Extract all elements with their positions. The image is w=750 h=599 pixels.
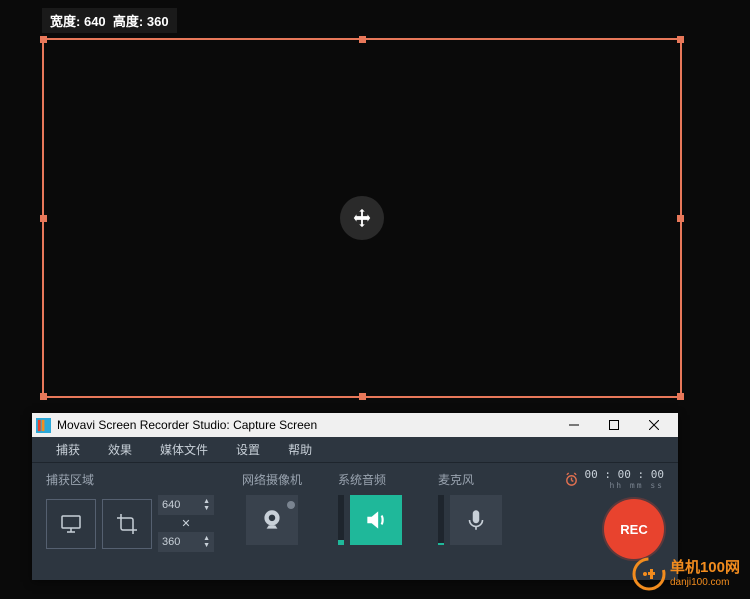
move-region-handle[interactable] [340,196,384,240]
webcam-icon [259,507,285,533]
crop-icon [115,512,139,536]
sysaudio-toggle[interactable] [350,495,402,545]
resize-handle-bm[interactable] [359,393,366,400]
watermark-title: 单机100网 [670,560,740,577]
speaker-icon [363,507,389,533]
webcam-toggle[interactable] [246,495,298,545]
gear-icon[interactable] [286,497,296,507]
alarm-icon[interactable] [564,472,579,487]
resize-handle-tr[interactable] [677,36,684,43]
capture-area-label: 捕获区域 [46,471,232,487]
app-icon [36,418,51,433]
minimize-button[interactable] [554,413,594,437]
move-icon [351,207,373,229]
record-button[interactable]: REC [604,499,664,559]
menu-settings[interactable]: 设置 [222,441,274,458]
webcam-label: 网络摄像机 [242,471,302,487]
maximize-button[interactable] [594,413,634,437]
sysaudio-label: 系统音频 [338,471,402,487]
stepper-arrows-icon[interactable]: ▲▼ [203,498,210,512]
resize-handle-tl[interactable] [40,36,47,43]
monitor-icon [59,512,83,536]
height-input[interactable]: 360▲▼ [158,532,214,552]
mic-toggle[interactable] [450,495,502,545]
resize-handle-ml[interactable] [40,215,47,222]
watermark-url: danji100.com [670,577,740,588]
close-button[interactable] [634,413,674,437]
watermark-logo-icon [632,557,666,591]
menubar: 捕获 效果 媒体文件 设置 帮助 [32,437,678,463]
mic-label: 麦克风 [438,471,502,487]
watermark: 单机100网 danji100.com [632,557,740,591]
timer-display: 00 : 00 : 00 hh mm ss [585,468,664,490]
mic-level[interactable] [438,495,444,545]
resize-handle-bl[interactable] [40,393,47,400]
main-panel: 捕获区域 640▲▼ ✕ 360▲▼ 网络摄像机 [32,463,678,580]
stepper-arrows-icon[interactable]: ▲▼ [203,535,210,549]
resize-handle-tm[interactable] [359,36,366,43]
menu-media[interactable]: 媒体文件 [146,441,222,458]
resize-handle-br[interactable] [677,393,684,400]
swap-dimensions-button[interactable]: ✕ [158,517,214,530]
dimension-overlay-label: 宽度: 640 高度: 360 [42,8,177,33]
menu-capture[interactable]: 捕获 [42,441,94,458]
capture-region-border[interactable] [42,38,682,398]
microphone-icon [463,507,489,533]
app-window: Movavi Screen Recorder Studio: Capture S… [32,413,678,580]
titlebar[interactable]: Movavi Screen Recorder Studio: Capture S… [32,413,678,437]
fullscreen-button[interactable] [46,499,96,549]
sysaudio-level[interactable] [338,495,344,545]
width-input[interactable]: 640▲▼ [158,495,214,515]
menu-help[interactable]: 帮助 [274,441,326,458]
resize-handle-mr[interactable] [677,215,684,222]
crop-button[interactable] [102,499,152,549]
window-title: Movavi Screen Recorder Studio: Capture S… [57,418,554,432]
menu-effects[interactable]: 效果 [94,441,146,458]
